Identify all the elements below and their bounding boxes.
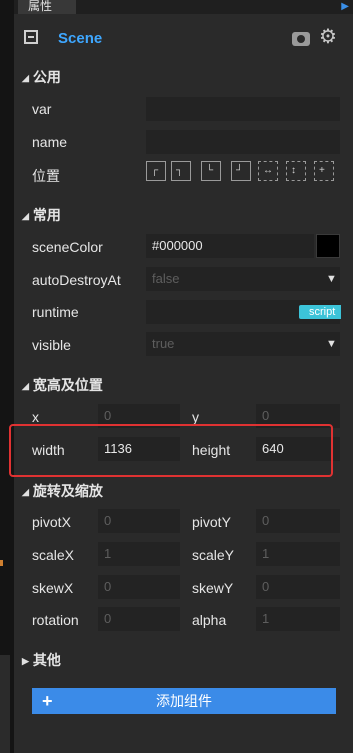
rotation-input[interactable]: 0 bbox=[98, 607, 180, 631]
section-general-label: 常用 bbox=[32, 207, 61, 223]
scene-header: Scene ⚙ bbox=[14, 24, 353, 56]
align-top-right-icon[interactable]: ┐ bbox=[171, 161, 191, 181]
script-tag[interactable]: script bbox=[299, 305, 342, 319]
section-other[interactable]: ▶ 其他 bbox=[22, 650, 61, 670]
left-dock-strip bbox=[0, 0, 14, 753]
section-common-label: 公用 bbox=[32, 69, 61, 85]
rotation-label: rotation bbox=[32, 612, 79, 628]
expanded-triangle-icon: ◢ bbox=[22, 487, 29, 497]
tab-properties[interactable]: 属性 bbox=[18, 0, 76, 14]
name-label: name bbox=[32, 134, 68, 150]
pivot-y-input[interactable]: 0 bbox=[256, 509, 340, 533]
tab-scroll-right-icon[interactable]: ▶ bbox=[341, 1, 349, 12]
var-label: var bbox=[32, 101, 52, 117]
x-label: x bbox=[32, 409, 39, 425]
camera-icon[interactable] bbox=[292, 32, 310, 46]
pivot-x-label: pivotX bbox=[32, 514, 71, 530]
chevron-down-icon[interactable]: ▼ bbox=[326, 273, 337, 285]
align-vertical-icon[interactable]: ↕ bbox=[286, 161, 306, 181]
scene-title: Scene bbox=[58, 30, 103, 47]
skew-y-label: skewY bbox=[192, 580, 234, 596]
scale-y-input[interactable]: 1 bbox=[256, 542, 340, 566]
add-component-button[interactable]: + 添加组件 bbox=[32, 688, 336, 714]
pivot-x-input[interactable]: 0 bbox=[98, 509, 180, 533]
runtime-label: runtime bbox=[32, 304, 79, 320]
highlight-box bbox=[9, 424, 333, 477]
section-size[interactable]: ◢ 宽高及位置 bbox=[22, 375, 103, 395]
section-transform-label: 旋转及缩放 bbox=[32, 483, 103, 499]
visible-select[interactable]: true bbox=[146, 332, 340, 356]
scale-x-input[interactable]: 1 bbox=[98, 542, 180, 566]
collapse-icon[interactable] bbox=[24, 30, 38, 44]
scale-x-label: scaleX bbox=[32, 547, 75, 563]
align-bottom-left-icon[interactable]: └ bbox=[201, 161, 221, 181]
skew-x-label: skewX bbox=[32, 580, 74, 596]
collapsed-triangle-icon: ▶ bbox=[22, 656, 29, 666]
section-size-label: 宽高及位置 bbox=[32, 377, 103, 393]
scene-color-swatch[interactable] bbox=[316, 234, 340, 258]
scene-color-input[interactable]: #000000 bbox=[146, 234, 314, 258]
properties-panel: 属性 ▶ Scene ⚙ ◢ 公用 var name 位置 ┌ ┐ └ ┘ ↔ ↕… bbox=[9, 0, 353, 753]
name-input[interactable] bbox=[146, 130, 340, 154]
expanded-triangle-icon: ◢ bbox=[22, 381, 29, 391]
alpha-input[interactable]: 1 bbox=[256, 607, 340, 631]
chevron-down-icon[interactable]: ▼ bbox=[326, 338, 337, 350]
auto-destroy-label: autoDestroyAt bbox=[32, 272, 121, 288]
alpha-label: alpha bbox=[192, 612, 227, 628]
plus-icon: + bbox=[42, 691, 53, 711]
section-other-label: 其他 bbox=[32, 652, 61, 668]
scene-color-label: sceneColor bbox=[32, 239, 103, 255]
position-label: 位置 bbox=[32, 168, 60, 184]
auto-destroy-select[interactable]: false bbox=[146, 267, 340, 291]
skew-y-input[interactable]: 0 bbox=[256, 575, 340, 599]
y-label: y bbox=[192, 409, 199, 425]
section-general[interactable]: ◢ 常用 bbox=[22, 205, 61, 225]
section-transform[interactable]: ◢ 旋转及缩放 bbox=[22, 481, 103, 501]
section-common[interactable]: ◢ 公用 bbox=[22, 67, 61, 87]
pivot-y-label: pivotY bbox=[192, 514, 231, 530]
align-bottom-right-icon[interactable]: ┘ bbox=[231, 161, 251, 181]
align-horizontal-icon[interactable]: ↔ bbox=[258, 161, 278, 181]
visible-label: visible bbox=[32, 337, 71, 353]
gear-icon[interactable]: ⚙ bbox=[319, 27, 337, 47]
expanded-triangle-icon: ◢ bbox=[22, 211, 29, 221]
dock-bar bbox=[0, 655, 10, 753]
align-center-icon[interactable]: + bbox=[314, 161, 334, 181]
align-top-left-icon[interactable]: ┌ bbox=[146, 161, 166, 181]
dock-marker bbox=[0, 560, 3, 566]
expanded-triangle-icon: ◢ bbox=[22, 73, 29, 83]
scale-y-label: scaleY bbox=[192, 547, 235, 563]
skew-x-input[interactable]: 0 bbox=[98, 575, 180, 599]
add-component-label: 添加组件 bbox=[156, 693, 212, 709]
var-input[interactable] bbox=[146, 97, 340, 121]
tab-bar: 属性 ▶ bbox=[14, 0, 353, 14]
